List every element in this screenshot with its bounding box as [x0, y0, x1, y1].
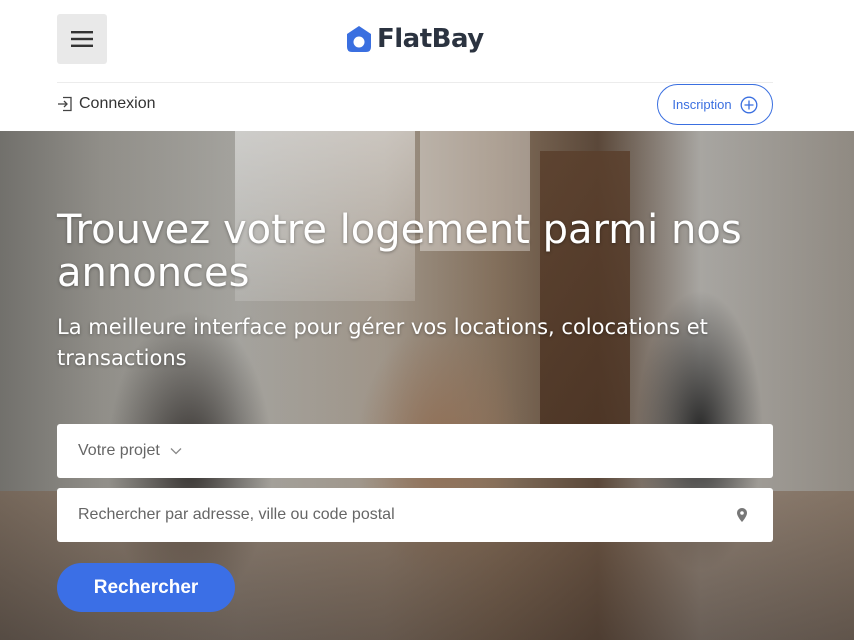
- house-logo-icon: [347, 26, 371, 52]
- plus-circle-icon: [740, 96, 758, 113]
- hero-section: Trouvez votre logement parmi nos annonce…: [0, 131, 854, 640]
- top-header: FlatBay: [0, 0, 854, 82]
- hero-title: Trouvez votre logement parmi nos annonce…: [57, 207, 742, 296]
- project-select[interactable]: Votre projet: [57, 424, 773, 478]
- search-placeholder: Rechercher par adresse, ville ou code po…: [78, 506, 395, 523]
- location-pin-icon: [737, 508, 747, 522]
- hero-subtitle: La meilleure interface pour gérer vos lo…: [57, 315, 708, 370]
- login-link[interactable]: Connexion: [57, 95, 156, 113]
- login-label: Connexion: [79, 95, 156, 112]
- signup-label: Inscription: [672, 97, 732, 112]
- search-input[interactable]: Rechercher par adresse, ville ou code po…: [57, 488, 773, 542]
- signup-button[interactable]: Inscription: [657, 84, 773, 125]
- login-icon: [58, 96, 72, 112]
- auth-bar: Connexion Inscription: [0, 83, 854, 131]
- project-select-placeholder: Votre projet: [78, 442, 160, 459]
- logo-text: FlatBay: [377, 24, 484, 54]
- search-button[interactable]: Rechercher: [57, 563, 235, 612]
- logo[interactable]: FlatBay: [345, 20, 484, 58]
- menu-button[interactable]: [57, 14, 107, 64]
- chevron-down-icon: [170, 448, 182, 455]
- hamburger-icon: [71, 31, 93, 47]
- hero-background-shelf: [540, 151, 630, 441]
